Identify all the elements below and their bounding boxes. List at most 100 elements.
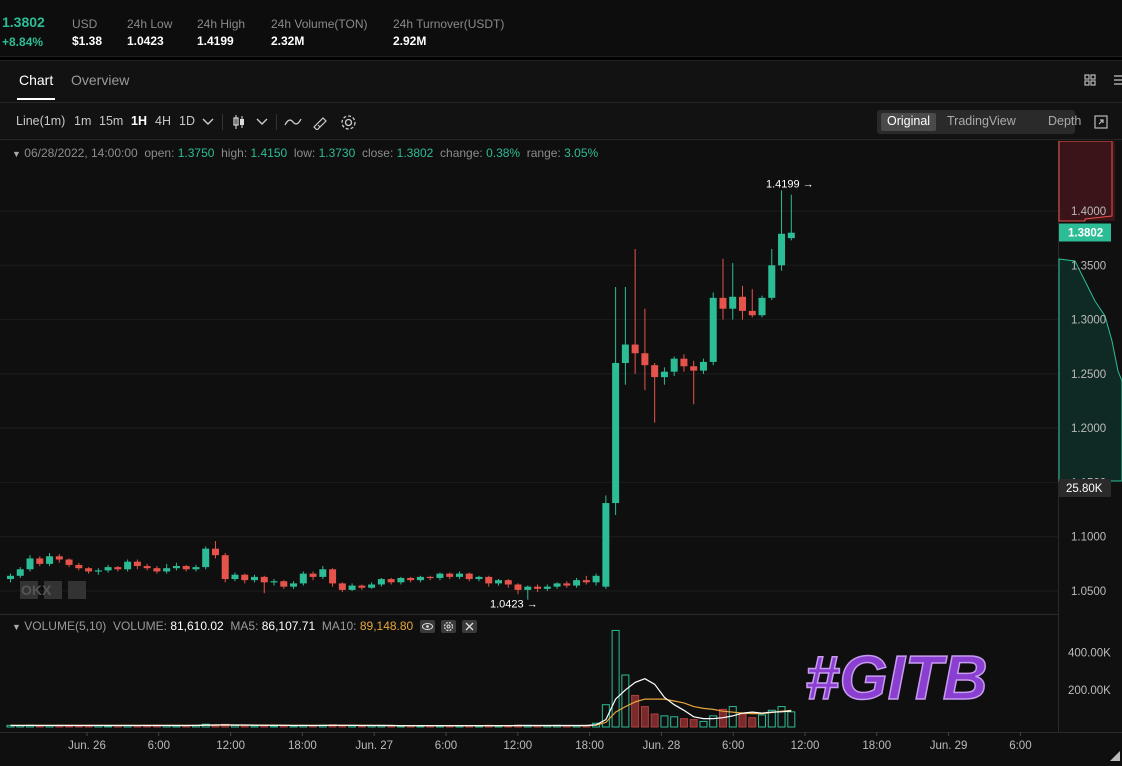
- candle-body: [524, 586, 532, 590]
- price-tick-label: 1.1000: [1071, 532, 1106, 544]
- view-original-button[interactable]: Original: [881, 113, 937, 131]
- current-price-tag-label: 1.3802: [1068, 227, 1103, 239]
- candle-body: [573, 580, 581, 586]
- collapse-chevron-icon[interactable]: ▼: [12, 149, 21, 159]
- time-tick-label: 6:00: [722, 740, 744, 752]
- candle-body: [475, 576, 483, 580]
- tab-chart[interactable]: Chart: [19, 72, 53, 88]
- candle-body: [251, 576, 258, 581]
- ma10-value: 89,148.80: [359, 619, 414, 633]
- candle-body: [377, 579, 385, 585]
- candle-body: [75, 564, 83, 569]
- time-tick-label: Jun. 28: [643, 740, 681, 752]
- interval-1d[interactable]: 1D: [179, 114, 195, 128]
- time-tick-label: Jun. 26: [68, 740, 106, 752]
- candle-body: [338, 583, 346, 590]
- candle-body: [94, 570, 102, 572]
- gitb-watermark: #GITB: [804, 643, 988, 714]
- volume-bar: [640, 706, 649, 728]
- ma5-line: [10, 678, 792, 727]
- stat-24h-high: 24h High 1.4199: [197, 16, 245, 50]
- stat-value: 2.32M: [271, 34, 305, 48]
- candle-body: [660, 371, 668, 378]
- time-tick-label: Jun. 27: [355, 740, 393, 752]
- settings-icon[interactable]: [340, 114, 357, 131]
- volume-bar: [748, 717, 757, 728]
- volume-label: VOLUME:: [112, 619, 167, 633]
- view-depth-button[interactable]: Depth: [1042, 113, 1087, 131]
- candle-body: [182, 566, 190, 570]
- close-label: close:: [361, 146, 394, 160]
- candle-body: [133, 561, 141, 567]
- candle-body: [670, 358, 678, 372]
- change-label: change:: [440, 146, 483, 160]
- volume-value: 81,610.02: [170, 619, 224, 633]
- volume-bar: [650, 713, 659, 728]
- volume-tick-label: 200.00K: [1068, 685, 1111, 697]
- candle-body: [699, 361, 707, 371]
- view-tradingview-button[interactable]: TradingView: [941, 113, 1022, 131]
- candle-body: [465, 573, 473, 580]
- draw-icon[interactable]: [312, 114, 328, 130]
- chevron-down-icon[interactable]: [256, 117, 268, 127]
- candlestick-icon[interactable]: [232, 114, 246, 130]
- candle-body: [612, 363, 620, 504]
- candle-body: [348, 585, 356, 590]
- candle-body: [729, 296, 737, 309]
- price-tick-label: 1.4000: [1071, 206, 1106, 218]
- interval-15m[interactable]: 15m: [99, 114, 123, 128]
- volume-bar: [230, 725, 239, 728]
- settings-icon[interactable]: [440, 620, 456, 634]
- interval-1m[interactable]: 1m: [74, 114, 91, 128]
- fullscreen-icon[interactable]: [1094, 115, 1108, 129]
- candle-body: [709, 297, 717, 362]
- time-tick-label: 12:00: [503, 740, 532, 752]
- candle-body: [504, 580, 512, 585]
- time-tick-label: 12:00: [791, 740, 820, 752]
- layout-grid-icon[interactable]: [1084, 74, 1096, 86]
- interval-4h[interactable]: 4H: [155, 114, 171, 128]
- stat-label: USD: [72, 17, 98, 31]
- interval-1h[interactable]: 1H: [131, 114, 147, 128]
- volume-bar: [709, 715, 718, 728]
- close-icon[interactable]: [462, 620, 478, 634]
- candle-body: [114, 567, 122, 570]
- eye-icon[interactable]: [419, 620, 435, 634]
- stat-value: 1.4199: [197, 34, 234, 48]
- candle-body: [280, 581, 288, 587]
- time-tick-label: 6:00: [1009, 740, 1031, 752]
- candle-body: [329, 569, 337, 584]
- exchange-logo-text: OKX: [21, 582, 52, 598]
- close-value: 1.3802: [396, 146, 434, 160]
- candle-body: [16, 569, 24, 576]
- tab-overview[interactable]: Overview: [71, 72, 129, 88]
- candle-body: [514, 584, 522, 590]
- stat-value: 1.0423: [127, 34, 164, 48]
- candle-body: [241, 574, 249, 581]
- candle-body: [65, 559, 73, 565]
- stat-label: 24h Low: [127, 17, 173, 31]
- chart-type-line-button[interactable]: Line(1m): [16, 114, 65, 128]
- volume-bar: [699, 720, 708, 728]
- indicator-icon[interactable]: [284, 116, 302, 128]
- candle-body: [778, 233, 786, 266]
- volume-bar: [250, 725, 259, 728]
- stat-label: 24h High: [197, 17, 246, 31]
- time-tick-label: 18:00: [862, 740, 891, 752]
- candle-body: [163, 568, 171, 572]
- volume-tick-label: 400.00K: [1068, 648, 1111, 660]
- volume-indicator-title: VOLUME(5,10): [24, 619, 107, 633]
- ohlc-info-bar: ▼ 06/28/2022, 14:00:00 open: 1.3750 high…: [12, 146, 598, 160]
- time-tick-label: 6:00: [435, 740, 457, 752]
- candle-body: [748, 310, 756, 316]
- menu-icon[interactable]: [1112, 74, 1122, 86]
- ma10-label: MA10:: [321, 619, 357, 633]
- volume-bar: [670, 716, 679, 728]
- collapse-chevron-icon[interactable]: ▼: [12, 622, 21, 632]
- candle-body: [7, 575, 14, 580]
- exchange-watermark: OKX: [20, 581, 86, 599]
- last-price: 1.3802: [2, 14, 45, 30]
- view-switcher: Original TradingView Depth: [877, 110, 1081, 134]
- chevron-down-icon[interactable]: [202, 117, 214, 127]
- high-value: 1.4150: [250, 146, 288, 160]
